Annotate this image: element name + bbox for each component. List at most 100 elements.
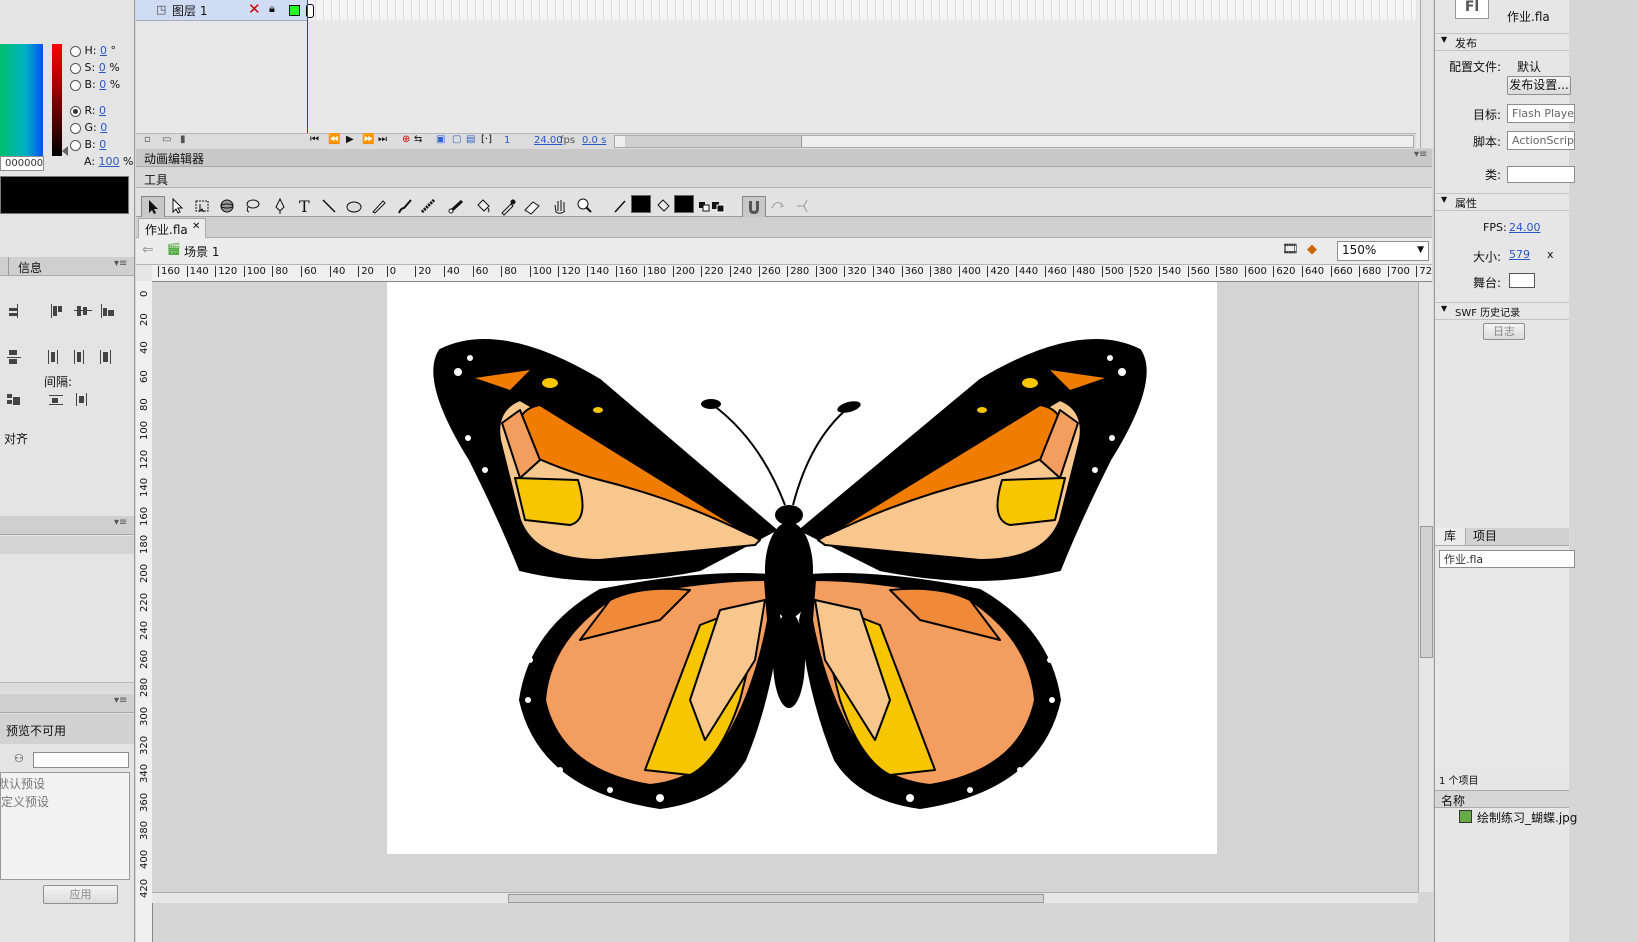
attributes-section-header[interactable]: ▼ 属性 — [1435, 193, 1569, 211]
tab-info[interactable]: 信息 — [18, 259, 42, 276]
library-document-select[interactable]: 作业.fla — [1439, 550, 1575, 568]
go-last-frame-icon[interactable]: ⏭ — [378, 134, 387, 145]
go-first-frame-icon[interactable]: ⏮ — [310, 134, 319, 145]
s-value[interactable]: 0 — [99, 61, 106, 74]
fps-value[interactable]: 24.00 — [1509, 221, 1541, 234]
oval-tool-icon[interactable] — [343, 196, 365, 216]
delete-icon[interactable]: ✕ — [248, 0, 261, 18]
modify-markers-icon[interactable]: [·] — [481, 134, 492, 145]
class-input[interactable] — [1507, 166, 1575, 183]
time-value[interactable]: 0.0 s — [582, 135, 606, 146]
publish-section-header[interactable]: ▼ 发布 — [1435, 33, 1569, 51]
stroke-color-pencil-icon[interactable] — [610, 196, 632, 216]
3d-rotation-tool-icon[interactable] — [216, 196, 238, 216]
butterfly-drawing[interactable] — [387, 282, 1217, 854]
text-tool-icon[interactable]: T — [294, 196, 316, 216]
playhead-line[interactable] — [307, 0, 308, 148]
swf-history-header[interactable]: ▼ SWF 历史记录 — [1435, 302, 1569, 320]
panel-menu-icon[interactable]: ▾≡ — [1414, 149, 1427, 160]
deco-tool-icon[interactable] — [418, 196, 440, 216]
motion-editor-header[interactable]: 动画编辑器 ▾≡ — [136, 149, 1432, 167]
document-tab[interactable]: 作业.fla ✕ — [138, 218, 206, 238]
timeline-vscroll[interactable] — [1420, 0, 1433, 148]
trash-icon[interactable]: ▮ — [180, 134, 186, 145]
stroke-color-swatch[interactable] — [631, 195, 651, 213]
fill-color-swatch[interactable] — [674, 195, 694, 213]
pasteboard[interactable] — [152, 282, 1418, 892]
outline-color-icon[interactable] — [289, 5, 300, 16]
step-back-icon[interactable]: ⏪ — [328, 134, 340, 145]
frames-area[interactable] — [308, 0, 1416, 20]
lock-icon[interactable]: 🔒︎ — [269, 2, 275, 16]
blue-radio[interactable] — [70, 139, 81, 151]
vertical-ruler[interactable]: 0 20 40 60 80 100 120 140 160 180 200 220 240 260 280 3… — [136, 281, 153, 942]
timeline-hscroll[interactable] — [614, 135, 1414, 148]
tab-project[interactable]: 项目 — [1467, 528, 1503, 545]
panel-scrollbar[interactable] — [0, 682, 134, 693]
timeline-hscroll-thumb[interactable] — [625, 136, 802, 147]
horizontal-ruler[interactable]: 160 140 120 100 80 60 40 20 0 20 40 60 80 100 120 140 16… — [152, 265, 1432, 282]
align-icons[interactable] — [0, 300, 130, 415]
eyedropper-tool-icon[interactable] — [497, 196, 519, 216]
brightness-handle[interactable] — [62, 146, 68, 156]
eraser-tool-icon[interactable] — [521, 196, 543, 216]
edit-multiple-frames-icon[interactable]: ▤ — [466, 134, 475, 145]
preset-search-input[interactable] — [33, 752, 129, 768]
straighten-icon[interactable] — [792, 196, 814, 216]
scene-name[interactable]: 场景 1 — [184, 243, 219, 260]
smooth-icon[interactable] — [767, 196, 789, 216]
back-arrow-icon[interactable]: ⇐ — [142, 242, 154, 258]
current-frame-value[interactable]: 1 — [504, 135, 510, 146]
loop-icon[interactable]: ⇆ — [414, 134, 422, 145]
selection-tool-icon[interactable] — [141, 196, 165, 218]
hex-input[interactable]: 000000 — [0, 156, 44, 171]
edit-symbols-icon[interactable]: ◆ — [1307, 242, 1317, 257]
preset-item-default[interactable]: 默认预设 — [0, 775, 45, 792]
s-radio[interactable] — [70, 62, 81, 74]
target-select[interactable]: Flash Player — [1507, 104, 1575, 123]
stage-color-swatch[interactable] — [1509, 273, 1535, 288]
canvas-hscroll[interactable] — [152, 892, 1418, 903]
paint-bucket-tool-icon[interactable] — [472, 196, 494, 216]
preset-item-custom[interactable]: 自定义预设 — [0, 793, 49, 810]
snap-to-objects-icon[interactable] — [742, 196, 766, 218]
free-transform-tool-icon[interactable] — [191, 196, 213, 216]
r-radio[interactable] — [70, 105, 81, 117]
h-radio[interactable] — [70, 45, 81, 57]
h-value[interactable]: 0 — [100, 44, 107, 57]
edit-scene-icon[interactable]: 🎞︎ — [1282, 242, 1299, 257]
play-icon[interactable]: ▶ — [346, 134, 354, 145]
alpha-value[interactable]: 100 — [99, 155, 120, 168]
tab-library[interactable]: 库 — [1435, 528, 1466, 545]
pencil-tool-icon[interactable] — [368, 196, 390, 216]
close-tab-icon[interactable]: ✕ — [192, 221, 200, 232]
publish-settings-button[interactable]: 发布设置... — [1507, 76, 1571, 95]
library-name-header[interactable]: 名称 — [1435, 790, 1569, 808]
swap-colors-icon[interactable] — [708, 196, 730, 216]
panel-menu-icon[interactable]: ▾≡ — [114, 695, 127, 706]
onion-skin-icon[interactable]: ▣ — [436, 134, 445, 145]
color-spectrum[interactable] — [0, 44, 43, 156]
subselection-tool-icon[interactable] — [166, 196, 188, 216]
canvas-vscroll-thumb[interactable] — [1420, 526, 1433, 658]
log-button[interactable]: 日志 — [1483, 323, 1525, 340]
bone-tool-icon[interactable] — [446, 196, 468, 216]
canvas-vscroll[interactable] — [1418, 282, 1433, 892]
panel-menu-icon[interactable]: ▾≡ — [114, 517, 127, 528]
g-radio[interactable] — [70, 122, 81, 134]
hand-tool-icon[interactable] — [549, 196, 571, 216]
new-layer-icon[interactable]: ▫ — [144, 134, 151, 145]
pen-tool-icon[interactable] — [269, 196, 291, 216]
g-value[interactable]: 0 — [100, 121, 107, 134]
script-select[interactable]: ActionScript — [1507, 131, 1575, 150]
layer-name[interactable]: 图层 1 — [172, 2, 207, 19]
size-width-value[interactable]: 579 — [1509, 248, 1530, 261]
stage[interactable] — [387, 282, 1217, 854]
lasso-tool-icon[interactable] — [241, 196, 263, 216]
layer-row[interactable]: ◳ 图层 1 ✕ 🔒︎ — [136, 0, 308, 21]
brightness-slider[interactable] — [52, 44, 62, 156]
panel-menu-icon[interactable]: ▾≡ — [114, 258, 127, 269]
brush-tool-icon[interactable] — [394, 196, 416, 216]
zoom-select[interactable]: 150% ▼ — [1337, 241, 1429, 261]
canvas-hscroll-thumb[interactable] — [508, 894, 1044, 903]
